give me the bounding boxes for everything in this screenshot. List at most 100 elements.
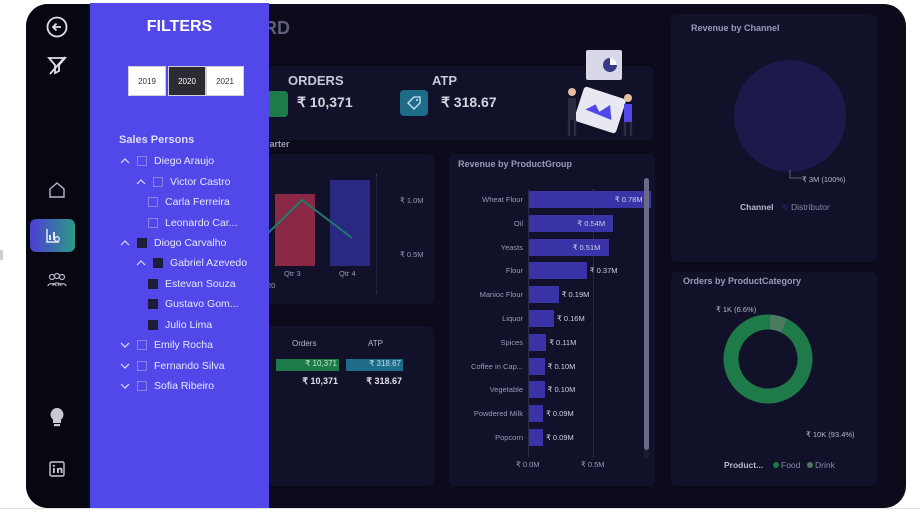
product-group-title: Revenue by ProductGroup bbox=[458, 159, 573, 169]
legend-dot-drink bbox=[807, 462, 813, 468]
channel-data-label: ₹ 3M (100%) bbox=[802, 175, 846, 184]
chevron-down-icon[interactable] bbox=[119, 360, 131, 372]
checkbox[interactable] bbox=[148, 299, 158, 309]
sales-person-item[interactable]: Julio Lima bbox=[148, 317, 212, 333]
col-header-orders: Orders bbox=[292, 339, 317, 348]
product-category-label: Vegetable bbox=[489, 385, 523, 395]
sales-person-label: Gabriel Azevedo bbox=[170, 257, 248, 269]
chevron-down-icon[interactable] bbox=[119, 380, 131, 392]
product-gridline bbox=[593, 189, 594, 457]
legend-dot-distributor bbox=[782, 204, 788, 210]
product-bar[interactable] bbox=[529, 262, 587, 280]
legend-dot-food bbox=[773, 462, 779, 468]
product-bar-value: ₹ 0.10M bbox=[547, 385, 576, 395]
product-bar[interactable] bbox=[529, 357, 545, 375]
sales-person-item[interactable]: Carla Ferreira bbox=[148, 194, 230, 210]
sales-person-item[interactable]: Leonardo Car... bbox=[148, 215, 237, 231]
product-bar[interactable] bbox=[529, 310, 554, 327]
sales-person-item[interactable]: Victor Castro bbox=[135, 174, 231, 190]
sales-person-label: Estevan Souza bbox=[165, 278, 236, 290]
report-icon[interactable] bbox=[30, 219, 75, 252]
analytics-illustration bbox=[564, 48, 646, 140]
product-category-label: Spices bbox=[500, 337, 523, 347]
product-bar-value: ₹ 0.11M bbox=[549, 337, 577, 347]
category-legend-title: Product... bbox=[724, 460, 764, 470]
x-tick-0: ₹ 0.0M bbox=[516, 460, 540, 469]
checkbox[interactable] bbox=[137, 156, 147, 166]
x-tick-qtr3: Qtr 3 bbox=[284, 269, 301, 278]
sales-person-label: Fernando Silva bbox=[154, 360, 225, 372]
product-bar[interactable] bbox=[529, 405, 544, 423]
sales-person-label: Diego Araujo bbox=[154, 155, 215, 167]
year-2021-button[interactable]: 2021 bbox=[206, 66, 244, 96]
chevron-up-icon[interactable] bbox=[135, 176, 147, 188]
sales-person-label: Carla Ferreira bbox=[165, 196, 230, 208]
x-tick-05: ₹ 0.5M bbox=[581, 460, 605, 469]
product-scrollbar[interactable] bbox=[644, 178, 649, 458]
product-bar[interactable] bbox=[529, 333, 547, 351]
product-bar[interactable] bbox=[529, 381, 545, 399]
legend-food: Food bbox=[781, 460, 801, 470]
back-icon[interactable] bbox=[44, 14, 70, 40]
year-2019-button[interactable]: 2019 bbox=[128, 66, 166, 96]
product-bar[interactable] bbox=[529, 429, 544, 446]
sales-person-label: Leonardo Car... bbox=[165, 217, 238, 229]
sales-person-item[interactable]: Fernando Silva bbox=[119, 358, 225, 374]
chevron-up-icon[interactable] bbox=[119, 155, 131, 167]
checkbox[interactable] bbox=[137, 340, 147, 350]
category-donut[interactable] bbox=[723, 314, 813, 404]
checkbox[interactable] bbox=[148, 279, 158, 289]
linkedin-icon[interactable] bbox=[44, 456, 70, 482]
home-icon[interactable] bbox=[44, 177, 70, 203]
sales-person-label: Sofia Ribeiro bbox=[154, 380, 215, 392]
sales-person-item[interactable]: Estevan Souza bbox=[148, 276, 236, 292]
sales-person-item[interactable]: Emily Rocha bbox=[119, 337, 213, 353]
channel-legend-title: Channel bbox=[740, 202, 774, 212]
product-scrollbar-thumb[interactable] bbox=[644, 178, 649, 450]
x-tick-qtr4: Qtr 4 bbox=[339, 269, 356, 278]
quarter-trend-line bbox=[261, 198, 353, 240]
chevron-up-icon[interactable] bbox=[135, 257, 147, 269]
checkbox[interactable] bbox=[148, 197, 158, 207]
lightbulb-icon[interactable] bbox=[44, 405, 70, 431]
chevron-down-icon[interactable] bbox=[119, 339, 131, 351]
product-category-label: Powdered Milk bbox=[473, 409, 523, 419]
sales-person-item[interactable]: Diego Araujo bbox=[119, 153, 214, 169]
year-2020-button[interactable]: 2020 bbox=[168, 66, 206, 96]
filters-panel: FILTERS 2019 2020 2021 Sales Persons Die… bbox=[90, 3, 269, 508]
sales-person-item[interactable]: Diogo Carvalho bbox=[119, 235, 226, 251]
sales-person-item[interactable]: Gabriel Azevedo bbox=[135, 255, 247, 271]
orders-label: ORDERS bbox=[288, 73, 344, 88]
checkbox[interactable] bbox=[148, 320, 158, 330]
product-category-label: Wheat Flour bbox=[482, 195, 523, 204]
sales-person-label: Diogo Carvalho bbox=[154, 237, 227, 249]
total-atp: ₹ 318.67 bbox=[366, 376, 402, 386]
product-bar[interactable] bbox=[529, 286, 559, 304]
sales-persons-title: Sales Persons bbox=[119, 134, 195, 146]
checkbox[interactable] bbox=[153, 258, 163, 268]
checkbox[interactable] bbox=[137, 361, 147, 371]
food-data-label: ₹ 10K (93.4%) bbox=[806, 430, 855, 439]
drink-data-label: ₹ 1K (6.6%) bbox=[716, 305, 757, 314]
checkbox[interactable] bbox=[137, 238, 147, 248]
product-bar-value: ₹ 0.09M bbox=[546, 409, 574, 419]
donut-slice-food[interactable] bbox=[723, 314, 813, 404]
legend-drink: Drink bbox=[815, 460, 835, 470]
product-category-label: Yeasts bbox=[500, 242, 523, 252]
resize-handle-left[interactable] bbox=[0, 250, 3, 260]
checkbox[interactable] bbox=[148, 218, 158, 228]
channel-pie-slice-distributor[interactable] bbox=[734, 60, 846, 172]
sales-person-item[interactable]: Gustavo Gom... bbox=[148, 296, 239, 312]
nav-rail bbox=[26, 4, 88, 508]
orders-value: ₹ 10,371 bbox=[297, 94, 353, 110]
product-axis-line bbox=[528, 189, 529, 457]
y-tick-05m: ₹ 0.5M bbox=[400, 250, 424, 259]
filter-clear-icon[interactable] bbox=[44, 52, 70, 78]
sales-person-item[interactable]: Sofia Ribeiro bbox=[119, 378, 214, 394]
chevron-up-icon[interactable] bbox=[119, 237, 131, 249]
sales-person-label: Julio Lima bbox=[165, 319, 213, 331]
checkbox[interactable] bbox=[137, 381, 147, 391]
checkbox[interactable] bbox=[153, 177, 163, 187]
people-icon[interactable] bbox=[44, 267, 70, 293]
product-category-label: Flour bbox=[505, 266, 523, 276]
